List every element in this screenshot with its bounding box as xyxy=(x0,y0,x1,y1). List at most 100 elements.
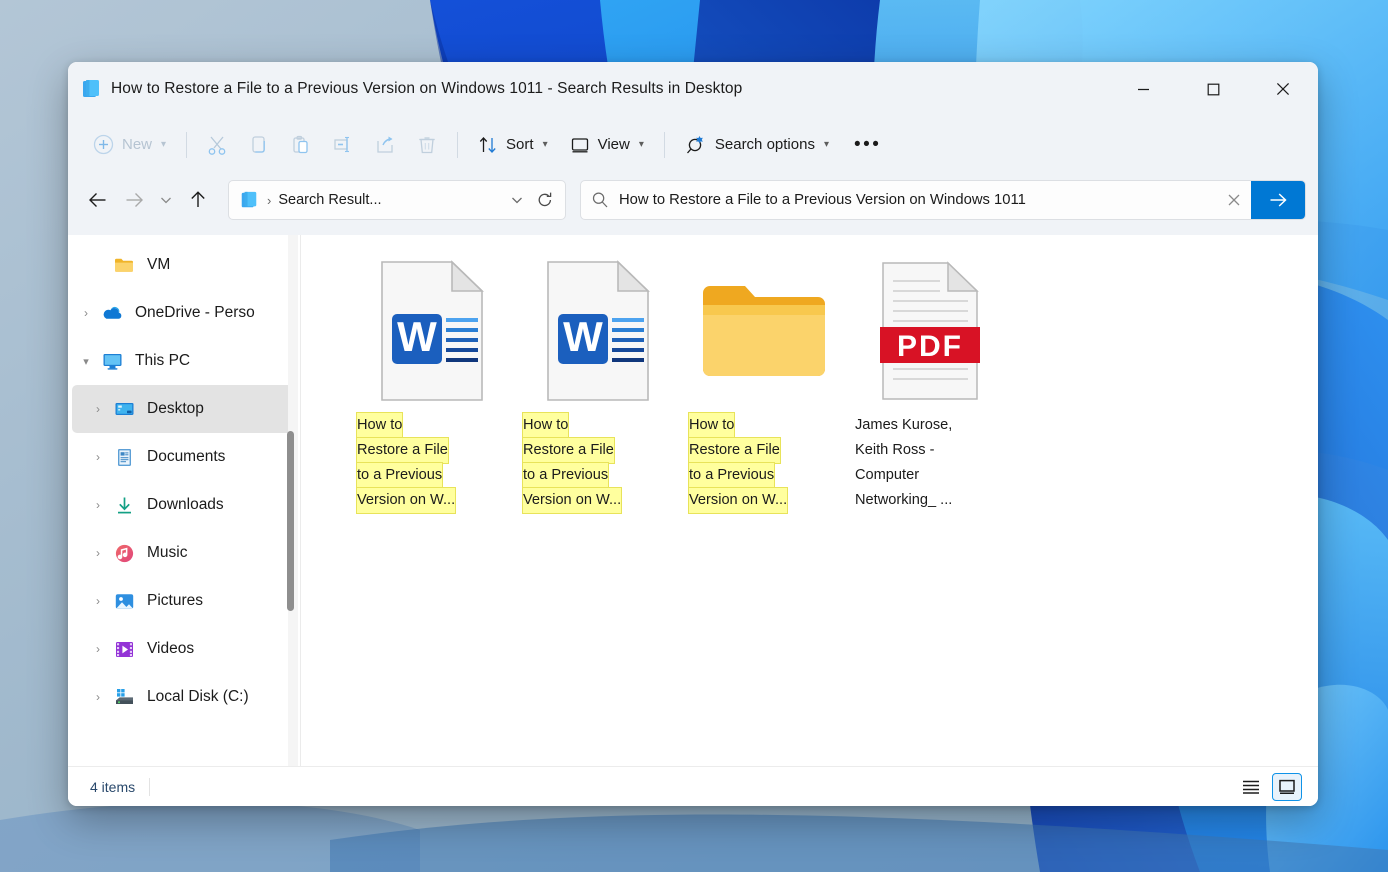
view-label: View xyxy=(598,136,630,153)
file-name-line: Restore a File xyxy=(523,438,614,463)
expander-collapsed-icon[interactable]: › xyxy=(84,625,112,673)
back-arrow-icon xyxy=(87,189,109,211)
file-name-line: James Kurose, xyxy=(855,413,952,438)
refresh-button[interactable] xyxy=(531,185,559,215)
chevron-down-icon xyxy=(159,193,173,207)
search-box[interactable] xyxy=(580,180,1306,220)
large-icons-view-toggle[interactable] xyxy=(1272,773,1302,801)
sidebar-item-vm[interactable]: › VM xyxy=(72,241,294,289)
sidebar-item-onedrive[interactable]: › OneDrive - Perso xyxy=(72,289,294,337)
sidebar-item-this-pc[interactable]: ▾ This PC xyxy=(72,337,294,385)
back-button[interactable] xyxy=(80,182,116,218)
toolbar-divider xyxy=(664,132,665,158)
chevron-down-icon xyxy=(510,193,524,207)
up-arrow-icon xyxy=(187,189,209,211)
address-dropdown-button[interactable] xyxy=(503,185,531,215)
file-item[interactable]: W How to xyxy=(349,249,515,523)
command-bar: New ▾ xyxy=(68,116,1318,173)
address-bar[interactable]: › Search Result... xyxy=(228,180,566,220)
more-options-button[interactable]: ••• xyxy=(840,125,895,165)
sidebar-item-label: Music xyxy=(147,544,187,562)
expander-collapsed-icon[interactable]: › xyxy=(72,289,100,337)
file-item[interactable]: How to Restore a File to a Previous Vers… xyxy=(681,249,847,523)
file-item[interactable]: PDF James Kurose, Keith Ross - Computer … xyxy=(847,249,1013,523)
copy-button[interactable] xyxy=(238,125,280,165)
svg-text:W: W xyxy=(397,313,437,360)
minimize-icon xyxy=(1137,83,1150,96)
breadcrumb[interactable]: Search Result... xyxy=(278,192,503,208)
copy-icon xyxy=(248,134,270,156)
file-name-line: Restore a File xyxy=(357,438,448,463)
sidebar-item-videos[interactable]: › Videos xyxy=(72,625,294,673)
sidebar-item-label: Documents xyxy=(147,448,225,466)
sidebar-item-desktop[interactable]: › Desktop xyxy=(72,385,294,433)
close-icon xyxy=(1276,82,1290,96)
sidebar-item-documents[interactable]: › Documents xyxy=(72,433,294,481)
toolbar-divider xyxy=(457,132,458,158)
close-button[interactable] xyxy=(1248,62,1318,116)
view-toggle-group xyxy=(1236,773,1308,801)
minimize-button[interactable] xyxy=(1108,62,1178,116)
search-submit-button[interactable] xyxy=(1251,181,1305,219)
downloads-icon xyxy=(112,493,136,517)
share-button[interactable] xyxy=(364,125,406,165)
recent-locations-button[interactable] xyxy=(152,182,180,218)
svg-text:PDF: PDF xyxy=(897,330,963,363)
forward-button[interactable] xyxy=(116,182,152,218)
sidebar-item-downloads[interactable]: › Downloads xyxy=(72,481,294,529)
expander-collapsed-icon[interactable]: › xyxy=(84,673,112,721)
arrow-right-icon xyxy=(1267,189,1289,211)
search-options-button[interactable]: Search options ▾ xyxy=(674,125,840,165)
ellipsis-icon: ••• xyxy=(854,135,881,154)
file-name-line: How to xyxy=(523,413,568,438)
expander-expanded-icon[interactable]: ▾ xyxy=(72,337,100,385)
delete-button[interactable] xyxy=(406,125,448,165)
window-body: › VM › xyxy=(68,235,1318,766)
sort-button[interactable]: Sort ▾ xyxy=(467,125,559,165)
file-name: How to Restore a File to a Previous Vers… xyxy=(355,413,509,513)
cut-button[interactable] xyxy=(196,125,238,165)
file-name-line: Computer xyxy=(855,463,919,488)
word-document-icon: W xyxy=(378,257,486,405)
item-count: 4 items xyxy=(90,779,135,795)
paste-button[interactable] xyxy=(280,125,322,165)
expander-collapsed-icon[interactable]: › xyxy=(84,529,112,577)
trash-icon xyxy=(416,134,438,156)
forward-arrow-icon xyxy=(123,189,145,211)
folder-icon xyxy=(699,257,829,405)
new-button[interactable]: New ▾ xyxy=(82,125,177,165)
search-results-folder-icon xyxy=(239,190,259,210)
chevron-down-icon: ▾ xyxy=(639,139,644,150)
sort-icon xyxy=(478,135,498,155)
details-view-toggle[interactable] xyxy=(1236,773,1266,801)
view-button[interactable]: View ▾ xyxy=(559,125,655,165)
expander-collapsed-icon[interactable]: › xyxy=(84,385,112,433)
sidebar-item-music[interactable]: › Music xyxy=(72,529,294,577)
search-options-label: Search options xyxy=(715,136,815,153)
expander-collapsed-icon[interactable]: › xyxy=(84,433,112,481)
clear-search-button[interactable] xyxy=(1217,181,1251,219)
file-name-line: to a Previous xyxy=(689,463,774,488)
sidebar-item-label: Local Disk (C:) xyxy=(147,688,249,706)
sidebar-item-label: Downloads xyxy=(147,496,224,514)
nav-scrollbar-thumb[interactable] xyxy=(287,431,294,611)
up-button[interactable] xyxy=(180,182,216,218)
expander-collapsed-icon[interactable]: › xyxy=(84,481,112,529)
file-item[interactable]: W How to xyxy=(515,249,681,523)
file-name-line: How to xyxy=(689,413,734,438)
file-name-line: to a Previous xyxy=(357,463,442,488)
title-bar[interactable]: How to Restore a File to a Previous Vers… xyxy=(68,62,1318,116)
sidebar-item-label: Pictures xyxy=(147,592,203,610)
sidebar-item-local-disk[interactable]: › Local Disk (C:) xyxy=(72,673,294,721)
expander-collapsed-icon[interactable]: › xyxy=(84,577,112,625)
maximize-icon xyxy=(1207,83,1220,96)
rename-button[interactable] xyxy=(322,125,364,165)
sidebar-item-pictures[interactable]: › Pictures xyxy=(72,577,294,625)
nav-scrollbar-track[interactable] xyxy=(288,235,298,766)
search-input[interactable] xyxy=(619,192,1217,208)
file-list-pane[interactable]: W How to xyxy=(300,235,1318,766)
svg-text:W: W xyxy=(563,313,603,360)
maximize-button[interactable] xyxy=(1178,62,1248,116)
file-name-line: Version on W... xyxy=(357,488,455,513)
scissors-icon xyxy=(206,134,228,156)
